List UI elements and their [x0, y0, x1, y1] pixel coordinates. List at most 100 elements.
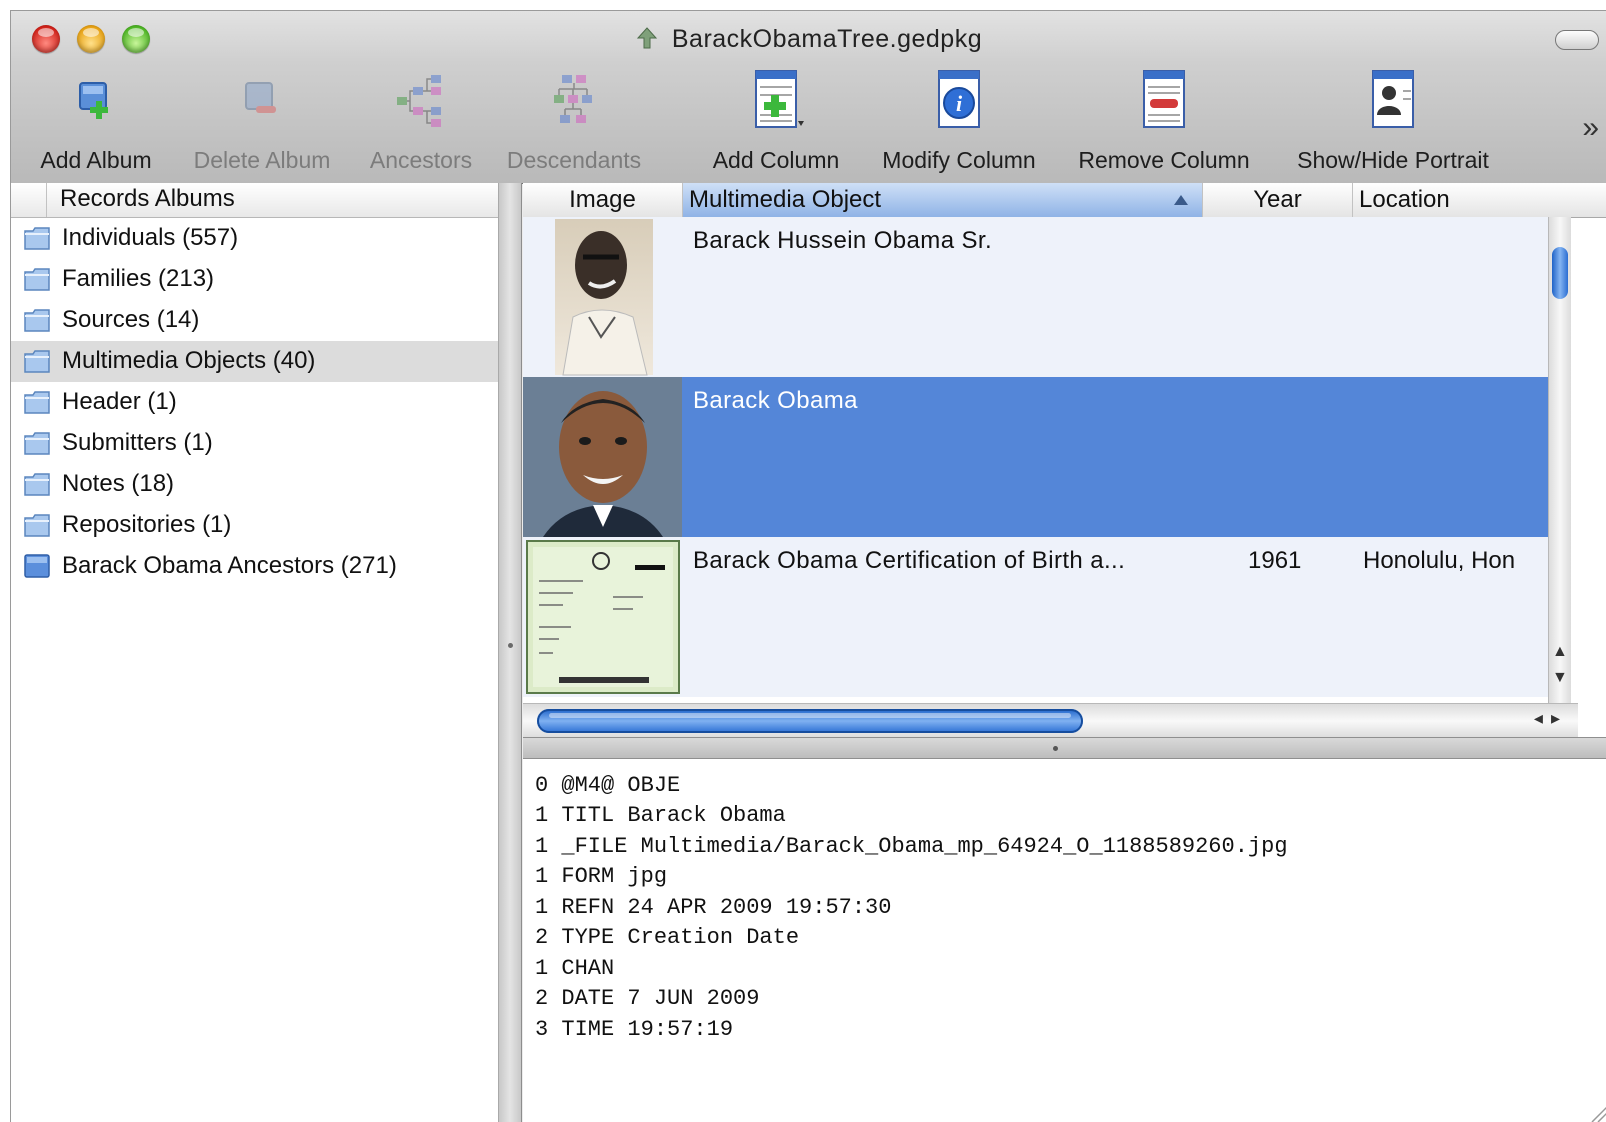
sidebar-item-label: Header (1): [62, 388, 177, 415]
birth-certificate-icon: [526, 540, 680, 694]
split-grip-icon: [508, 643, 513, 648]
ancestors-button[interactable]: Ancestors: [356, 69, 486, 179]
svg-text:i: i: [956, 91, 963, 116]
row-thumbnail: [523, 377, 682, 537]
row-thumbnail: [523, 537, 682, 697]
sidebar-item-label: Sources (14): [62, 306, 200, 333]
records-albums-sidebar: Records Albums Individuals (557) Familie…: [11, 183, 499, 1122]
resize-grip-icon[interactable]: [1588, 1102, 1606, 1122]
sidebar-item-families[interactable]: Families (213): [11, 259, 498, 300]
descendants-tree-icon: [554, 75, 592, 123]
sidebar-item-sources[interactable]: Sources (14): [11, 300, 498, 341]
delete-album-label: Delete Album: [193, 147, 331, 173]
remove-column-button[interactable]: Remove Column: [1066, 69, 1262, 179]
row-object-name: Barack Obama Certification of Birth a...: [693, 547, 1126, 574]
delete-album-button[interactable]: Delete Album: [179, 69, 345, 179]
gedcom-line: 3 TIME 19:57:19: [535, 1017, 734, 1042]
horizontal-split-handle[interactable]: [523, 737, 1606, 759]
sidebar-item-header[interactable]: Header (1): [11, 382, 498, 423]
row-year: 1961: [1248, 547, 1302, 574]
table-horizontal-scrollbar[interactable]: ◂▸: [523, 703, 1578, 738]
row-object-name: Barack Hussein Obama Sr.: [693, 227, 993, 254]
add-album-label: Add Album: [40, 147, 152, 173]
sidebar-item-label: Notes (18): [62, 470, 175, 497]
unified-toolbar: BarackObamaTree.gedpkg Add Album Delete …: [11, 11, 1606, 184]
portrait-icon: [1372, 70, 1414, 128]
sidebar-item-notes[interactable]: Notes (18): [11, 464, 498, 505]
modify-column-icon: i: [938, 70, 980, 128]
folder-icon: [24, 391, 50, 414]
add-column-button[interactable]: Add Column: [703, 69, 849, 179]
sidebar-item-individuals[interactable]: Individuals (557): [11, 218, 498, 259]
folder-icon: [24, 350, 50, 373]
table-header: Image Multimedia Object Year Location: [523, 183, 1606, 218]
sort-ascending-icon: [1174, 195, 1188, 205]
sidebar-item-label: Repositories (1): [62, 511, 232, 538]
column-header-label: Multimedia Object: [689, 186, 882, 213]
sidebar-item-label: Individuals (557): [62, 224, 239, 251]
row-object-name: Barack Obama: [693, 387, 858, 414]
window-title: BarackObamaTree.gedpkg: [671, 25, 983, 53]
horizontal-scroll-arrows[interactable]: ◂▸: [1534, 708, 1568, 729]
vertical-scroll-thumb[interactable]: [1552, 247, 1568, 299]
table-row[interactable]: Barack Hussein Obama Sr.: [523, 217, 1548, 377]
document-tree-icon: [636, 27, 657, 49]
table-row[interactable]: Barack Obama Certification of Birth a...…: [523, 537, 1548, 697]
column-header-image[interactable]: Image: [523, 183, 683, 217]
column-header-multimedia-object[interactable]: Multimedia Object: [683, 183, 1203, 217]
folder-icon: [24, 309, 50, 332]
remove-column-icon: [1143, 70, 1185, 128]
descendants-button[interactable]: Descendants: [499, 69, 649, 179]
sidebar-item-barack-obama-ancestors[interactable]: Barack Obama Ancestors (271): [11, 546, 498, 587]
portrait-photo-icon: [523, 377, 682, 537]
scroll-down-arrow-icon[interactable]: ▼: [1552, 669, 1568, 687]
gedcom-line: 1 FORM jpg: [535, 864, 668, 889]
sidebar-item-repositories[interactable]: Repositories (1): [11, 505, 498, 546]
sidebar-item-submitters[interactable]: Submitters (1): [11, 423, 498, 464]
row-location: Honolulu, Hon: [1363, 547, 1516, 574]
scroll-right-arrow-icon[interactable]: ▸: [1551, 708, 1568, 728]
sidebar-item-multimedia-objects[interactable]: Multimedia Objects (40): [11, 341, 498, 382]
add-album-button[interactable]: Add Album: [26, 69, 166, 179]
gedcom-line: 1 CHAN: [535, 956, 615, 981]
folder-icon: [24, 227, 50, 250]
delete-album-icon: [245, 82, 276, 113]
gedcom-line: 0 @M4@ OBJE: [535, 773, 681, 798]
custom-album-icon: [24, 554, 50, 578]
modify-column-button[interactable]: i Modify Column: [869, 69, 1049, 179]
add-album-icon: [79, 82, 108, 119]
add-column-icon: [755, 70, 804, 128]
folder-icon: [24, 473, 50, 496]
ancestors-label: Ancestors: [369, 147, 473, 173]
column-header-year[interactable]: Year: [1203, 183, 1353, 217]
column-header-location[interactable]: Location: [1353, 183, 1606, 217]
descendants-label: Descendants: [506, 147, 642, 173]
add-column-label: Add Column: [712, 147, 840, 173]
ancestors-tree-icon: [397, 75, 441, 127]
show-hide-portrait-label: Show/Hide Portrait: [1297, 147, 1489, 173]
window-title-area: BarackObamaTree.gedpkg: [11, 25, 1606, 54]
table-row[interactable]: Barack Obama: [523, 377, 1548, 537]
sidebar-item-label: Barack Obama Ancestors (271): [62, 552, 397, 579]
album-list: Individuals (557) Families (213) Sources…: [11, 218, 498, 587]
multimedia-table: Image Multimedia Object Year Location Ba…: [523, 183, 1606, 738]
show-hide-portrait-button[interactable]: Show/Hide Portrait: [1278, 69, 1508, 179]
sidebar-header[interactable]: Records Albums: [11, 183, 498, 218]
horizontal-scroll-thumb[interactable]: [537, 709, 1083, 733]
gedcom-line: 1 _FILE Multimedia/Barack_Obama_mp_64924…: [535, 834, 1288, 859]
portrait-photo-icon: [555, 219, 653, 376]
table-vertical-scrollbar[interactable]: ▲ ▼: [1548, 217, 1571, 703]
toolbar-toggle-button[interactable]: [1555, 30, 1599, 50]
sidebar-item-label: Families (213): [62, 265, 215, 292]
scroll-up-arrow-icon[interactable]: ▲: [1552, 643, 1568, 661]
gedcom-line: 2 TYPE Creation Date: [535, 925, 800, 950]
scroll-left-arrow-icon[interactable]: ◂: [1534, 708, 1551, 728]
gedcom-line: 1 TITL Barack Obama: [535, 803, 786, 828]
sidebar-header-label: Records Albums: [60, 185, 235, 212]
toolbar-overflow-chevron-icon[interactable]: »: [1582, 111, 1599, 145]
gedcom-record-text[interactable]: 0 @M4@ OBJE 1 TITL Barack Obama 1 _FILE …: [523, 759, 1606, 1122]
vertical-split-handle[interactable]: [499, 183, 522, 1122]
folder-icon: [24, 432, 50, 455]
row-thumbnail: [523, 217, 682, 377]
gedcom-line: 1 REFN 24 APR 2009 19:57:30: [535, 895, 892, 920]
